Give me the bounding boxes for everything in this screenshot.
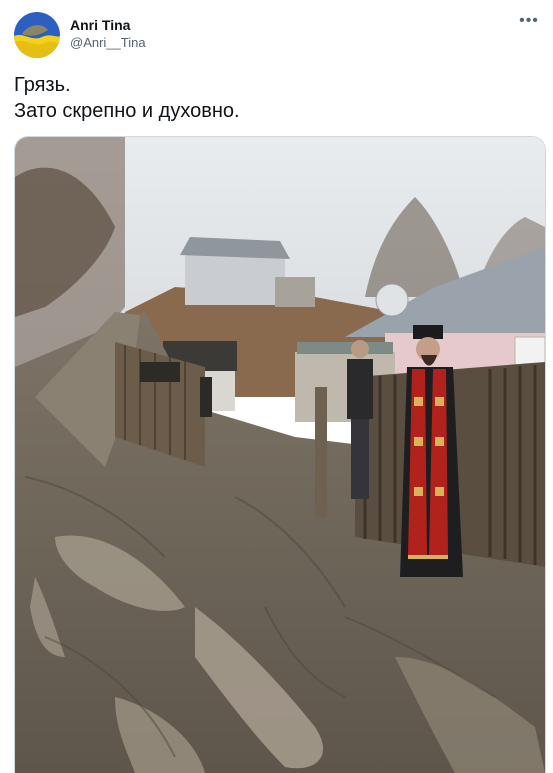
village-mud-photo — [15, 137, 545, 773]
tweet-text-line-1: Грязь. — [14, 74, 71, 96]
author-names: Anri Tina @Anri__Tina — [70, 16, 146, 52]
tweet-photo[interactable] — [14, 136, 546, 773]
tweet-text-line-2: Зато скрепно и духовно. — [14, 100, 240, 122]
user-avatar[interactable] — [14, 12, 60, 58]
more-options-icon[interactable]: ••• — [519, 13, 539, 34]
ukraine-flag-avatar-icon — [14, 12, 60, 58]
author-handle[interactable]: @Anri__Tina — [70, 34, 146, 52]
tweet-header: Anri Tina @Anri__Tina ••• — [14, 12, 539, 58]
author-display-name[interactable]: Anri Tina — [70, 16, 146, 34]
tweet-text: Грязь. Зато скрепно и духовно. — [14, 72, 539, 124]
